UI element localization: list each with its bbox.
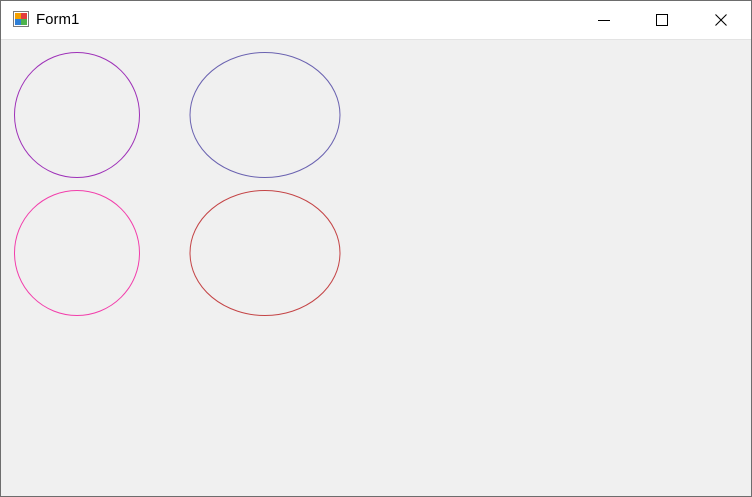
- title-bar[interactable]: Form1: [1, 1, 751, 40]
- close-icon: [715, 14, 727, 26]
- close-button[interactable]: [692, 1, 750, 39]
- red-ellipse: [189, 190, 341, 316]
- form1-window: Form1: [0, 0, 752, 497]
- pink-circle: [14, 190, 140, 316]
- window-title: Form1: [36, 11, 80, 28]
- maximize-icon: [656, 14, 668, 26]
- drawing-canvas: [14, 52, 341, 316]
- maximize-button[interactable]: [633, 1, 691, 39]
- purple-circle: [14, 52, 140, 178]
- form-app-icon[interactable]: [13, 11, 29, 27]
- minimize-button[interactable]: [575, 1, 633, 39]
- minimize-icon: [598, 14, 610, 26]
- slate-blue-ellipse: [189, 52, 341, 178]
- form-client-area[interactable]: [1, 40, 751, 496]
